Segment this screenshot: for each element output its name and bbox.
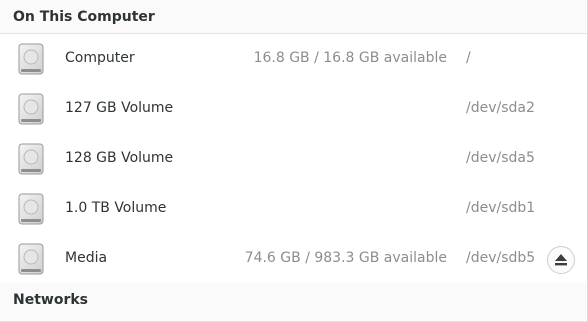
section-title: Networks [13, 292, 89, 308]
drive-harddisk-icon [18, 93, 44, 125]
drive-space: 74.6 GB / 983.3 GB available [244, 250, 447, 266]
drive-harddisk-icon [18, 193, 44, 225]
drive-row-computer[interactable]: Computer 16.8 GB / 16.8 GB available / [0, 34, 587, 84]
drive-row-128gb[interactable]: 128 GB Volume /dev/sda5 [0, 134, 587, 184]
drive-harddisk-icon [18, 43, 44, 75]
drive-name: Media [65, 250, 108, 266]
drive-path: /dev/sdb1 [466, 200, 536, 216]
drive-path: /dev/sdb5 [466, 250, 536, 266]
drive-harddisk-icon [18, 243, 44, 275]
section-title: On This Computer [13, 9, 155, 25]
drive-harddisk-icon [18, 143, 44, 175]
drive-path: / [466, 50, 471, 66]
section-header-networks: Networks [0, 283, 587, 322]
section-header-on-this-computer: On This Computer [0, 0, 587, 34]
drive-path: /dev/sda5 [466, 150, 535, 166]
drive-space: 16.8 GB / 16.8 GB available [253, 50, 447, 66]
drive-row-media[interactable]: Media 74.6 GB / 983.3 GB available /dev/… [0, 234, 587, 284]
drive-path: /dev/sda2 [466, 100, 535, 116]
drive-name: 128 GB Volume [65, 150, 174, 166]
other-locations-panel: On This Computer Computer 16.8 GB / 16.8… [0, 0, 588, 322]
drive-row-1tb[interactable]: 1.0 TB Volume /dev/sdb1 [0, 184, 587, 234]
drive-row-127gb[interactable]: 127 GB Volume /dev/sda2 [0, 84, 587, 134]
drive-name: 127 GB Volume [65, 100, 174, 116]
drive-name: Computer [65, 50, 135, 66]
eject-button[interactable] [547, 246, 575, 274]
drive-name: 1.0 TB Volume [65, 200, 167, 216]
